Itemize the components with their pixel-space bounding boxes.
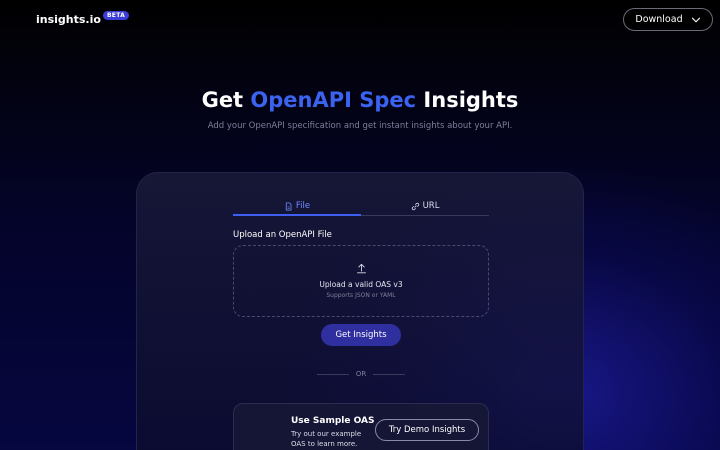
get-insights-button[interactable]: Get Insights <box>321 324 401 346</box>
beta-badge: BETA <box>102 11 130 20</box>
divider-line-left <box>317 373 349 375</box>
file-dropzone[interactable]: Upload a valid OAS v3 Supports JSON or Y… <box>233 245 489 317</box>
upload-card: File URL Upload an OpenAPI File Upload a… <box>136 172 584 450</box>
page-background: insights.io BETA Download Get OpenAPI Sp… <box>0 0 720 450</box>
title-accent: OpenAPI Spec <box>250 88 417 112</box>
sample-oas-card: Use Sample OAS Try out our example OAS t… <box>233 403 489 450</box>
tab-url[interactable]: URL <box>361 197 489 215</box>
page-title: Get OpenAPI Spec Insights <box>0 88 720 112</box>
link-icon <box>411 202 419 210</box>
tab-file[interactable]: File <box>233 197 361 216</box>
or-label: OR <box>355 370 367 378</box>
tab-file-label: File <box>295 201 311 211</box>
upload-field-label: Upload an OpenAPI File <box>233 230 332 240</box>
try-demo-button[interactable]: Try Demo Insights <box>375 419 479 441</box>
download-label: Download <box>635 14 683 25</box>
logo[interactable]: insights.io BETA <box>36 11 130 26</box>
title-prefix: Get <box>201 88 251 112</box>
chevron-down-icon <box>691 17 700 22</box>
page-subtitle: Add your OpenAPI specification and get i… <box>207 121 513 131</box>
file-icon <box>285 201 292 211</box>
dropzone-main-text: Upload a valid OAS v3 <box>319 280 403 289</box>
dropzone-sub-text: Supports JSON or YAML <box>326 292 396 299</box>
tab-url-label: URL <box>422 201 440 211</box>
title-suffix: Insights <box>416 88 519 112</box>
upload-icon <box>356 263 366 274</box>
sample-description: Try out our example OAS to learn more. <box>291 430 362 448</box>
download-button[interactable]: Download <box>623 8 713 31</box>
source-tabs: File URL <box>233 197 489 216</box>
sample-title: Use Sample OAS <box>291 416 375 426</box>
or-divider: OR <box>317 369 405 379</box>
logo-text: insights.io <box>36 13 101 26</box>
divider-line-right <box>373 373 405 375</box>
